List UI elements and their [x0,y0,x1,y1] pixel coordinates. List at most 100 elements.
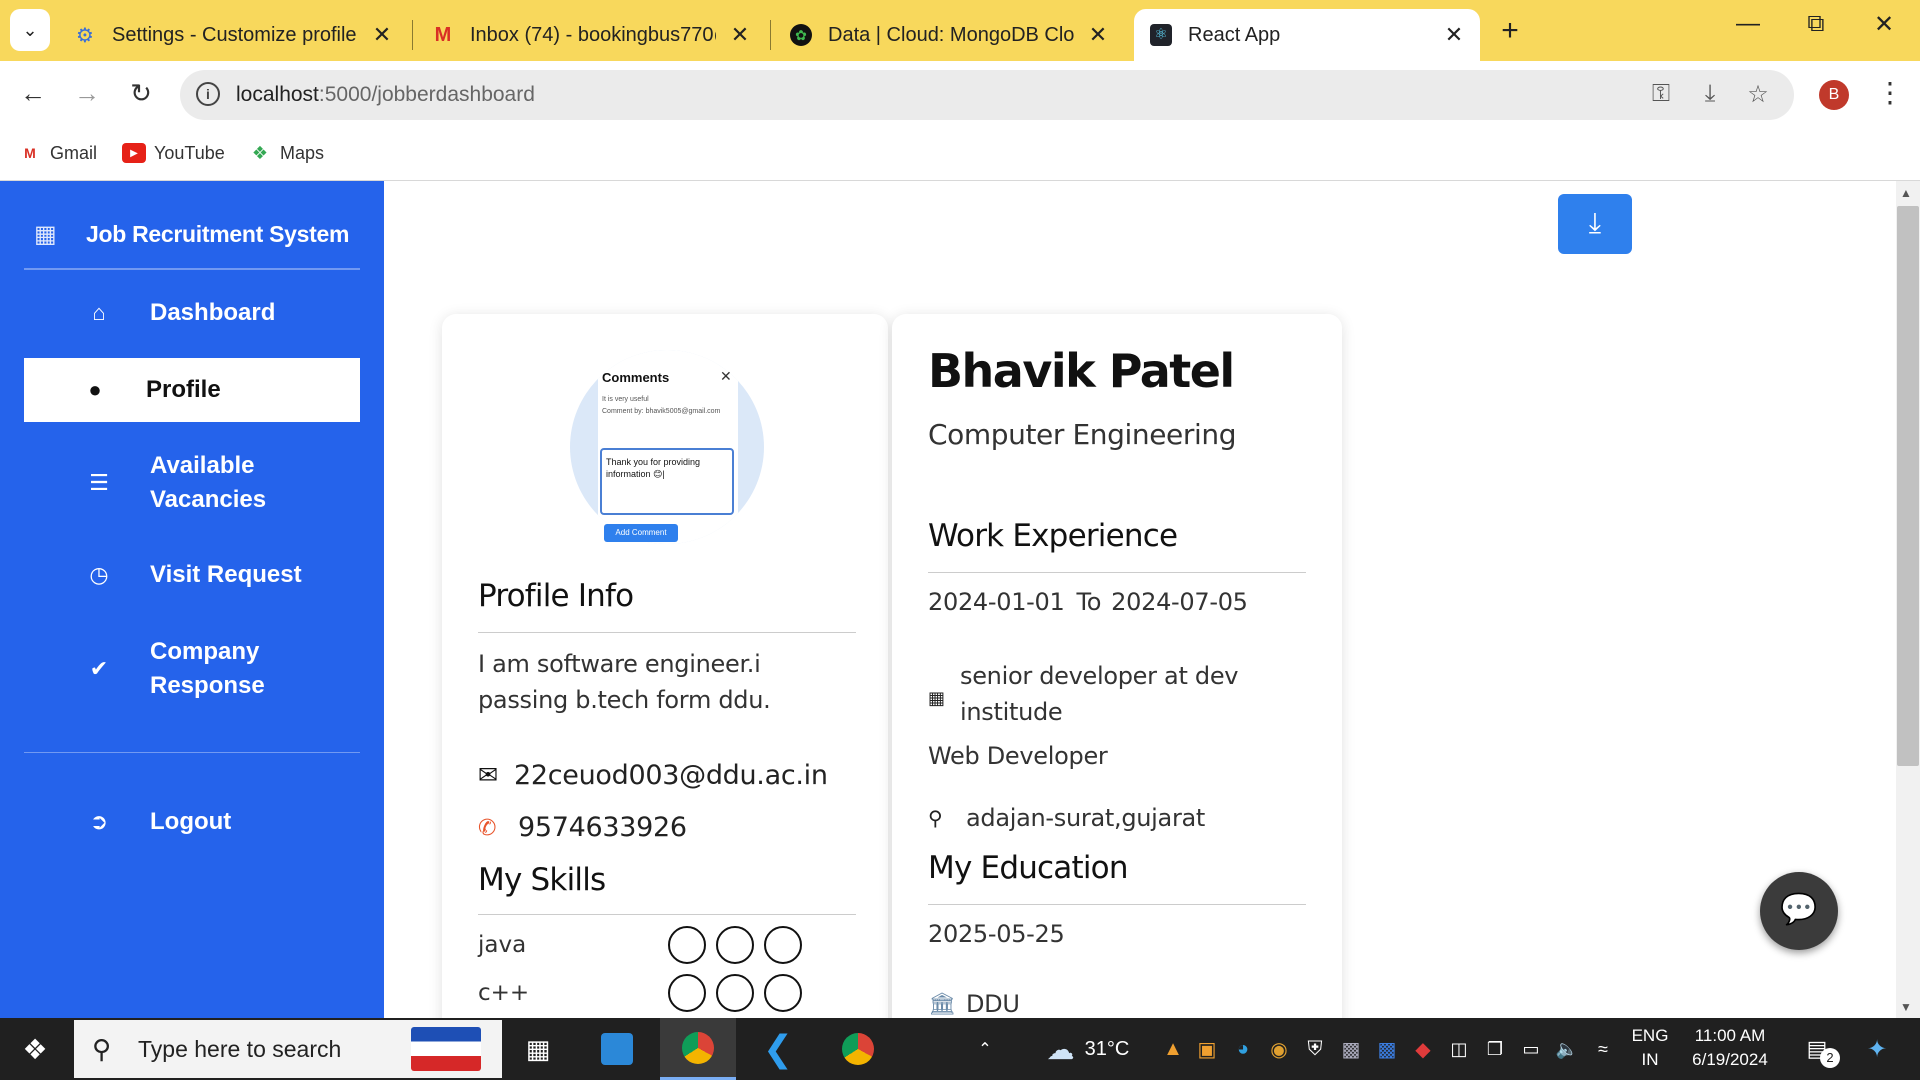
close-tab-icon[interactable]: ✕ [728,22,752,48]
skill-rating-circle [668,974,706,1012]
bookmark-maps[interactable]: ❖ Maps [248,138,324,168]
close-tab-icon[interactable]: ✕ [1086,22,1110,48]
gear-icon: ⚙ [76,24,94,47]
forward-button[interactable]: → [70,78,104,109]
browser-tab-inbox[interactable]: M Inbox (74) - bookingbus770@g ✕ [416,9,766,61]
start-button[interactable]: ❖ [0,1018,70,1080]
back-button[interactable]: ← [16,78,50,109]
react-icon: ⚛ [1148,22,1174,48]
tray-app-icon[interactable]: ▩ [1372,1018,1402,1080]
tray-app-icon[interactable]: ❐ [1480,1018,1510,1080]
task-view-icon[interactable]: ▦ [506,1018,570,1080]
photo-comment-author: Comment by: bhavik5005@gmail.com [602,408,721,415]
network-icon[interactable]: ≈ [1588,1018,1618,1080]
brand[interactable]: ▦ Job Recruitment System [34,220,349,249]
bookmark-star-icon[interactable]: ☆ [1742,80,1774,109]
tab-search-button[interactable]: ⌄ [10,9,50,51]
skill-rating-circle [764,974,802,1012]
candidate-name: Bhavik Patel [928,344,1235,398]
skills-heading: My Skills [478,862,606,898]
youtube-icon: ▶ [122,143,146,163]
download-resume-button[interactable]: ⤓ [1558,194,1632,254]
gmail-icon: M [434,23,452,46]
scroll-down-arrow[interactable]: ▼ [1900,1000,1912,1014]
copilot-icon[interactable]: ✦ [1852,1018,1902,1080]
photos-app-icon[interactable] [580,1018,654,1080]
new-tab-button[interactable]: + [1492,14,1528,48]
search-highlight-flag[interactable] [408,1018,484,1080]
restore-button[interactable]: ⧉ [1796,10,1836,38]
chrome-tray-icon[interactable]: ◉ [1264,1018,1294,1080]
search-icon: ⚲ [92,1033,112,1064]
volume-icon[interactable]: 🔈 [1552,1018,1582,1080]
clock-icon: ◷ [89,562,109,587]
photo-close-icon: ✕ [720,368,732,384]
envelope-icon: ✉ [478,762,499,789]
mongodb-leaf-icon: ✿ [788,22,814,48]
chrome-profile-icon[interactable] [820,1018,896,1080]
profile-about: I am software engineer.i passing b.tech … [478,650,771,714]
work-role: Web Developer [928,742,1108,770]
building-icon: ▦ [928,688,946,708]
download-icon: ⤓ [1588,207,1602,238]
profile-avatar[interactable]: B [1819,80,1849,110]
sidebar-item-profile[interactable]: ● Profile [24,358,360,422]
reload-button[interactable]: ↻ [124,78,158,109]
minimize-button[interactable]: — [1728,10,1768,38]
notifications-icon[interactable]: ▤ 2 [1792,1018,1842,1080]
tray-app-icon[interactable]: ▣ [1192,1018,1222,1080]
display-icon[interactable]: ▩ [1336,1018,1366,1080]
scroll-up-arrow[interactable]: ▲ [1900,186,1912,200]
skill-rating-circle [716,974,754,1012]
phone-icon: ✆ [478,814,497,840]
close-window-button[interactable]: ✕ [1864,10,1904,39]
browser-tab-settings[interactable]: ⚙ Settings - Customize profile ✕ [58,9,408,61]
cloud-icon: ☁ [1046,1033,1075,1065]
sidebar-item-available-vacancies[interactable]: ☰ Available Vacancies [24,448,360,518]
close-tab-icon[interactable]: ✕ [370,22,394,48]
candidate-department: Computer Engineering [928,418,1237,451]
section-divider [478,632,856,633]
bookmark-gmail[interactable]: M Gmail [18,138,97,168]
section-divider [928,904,1306,905]
vscode-icon[interactable]: ❮ [740,1018,816,1080]
photo-comments-title: Comments [602,370,670,385]
url-text[interactable]: localhost:5000/jobberdashboard [236,83,535,107]
sidebar-item-dashboard[interactable]: ⌂ Dashboard [24,296,360,330]
profile-email: ✉ 22ceuod003@ddu.ac.in [478,760,828,791]
security-shield-icon[interactable]: ⛨ [1300,1018,1330,1080]
sidebar-divider [24,268,360,270]
browser-menu-icon[interactable]: ⋮ [1876,76,1904,109]
location-pin-icon: ⚲ [928,807,943,830]
tray-app-icon[interactable]: ▲ [1158,1018,1188,1080]
tray-app-icon[interactable]: ◫ [1444,1018,1474,1080]
skill-row: c++ [478,974,858,1012]
bookmark-youtube[interactable]: ▶ YouTube [122,138,225,168]
clock[interactable]: 11:00 AM 6/19/2024 [1680,1024,1780,1072]
sidebar-item-company-response[interactable]: ✔ Company Response [24,634,360,704]
check-icon: ✔ [89,656,109,681]
battery-icon[interactable]: ▭ [1516,1018,1546,1080]
browser-tab-mongodb[interactable]: ✿ Data | Cloud: MongoDB Cloud ✕ [774,9,1124,61]
show-hidden-icons[interactable]: ⌃ [970,1018,1000,1080]
site-info-icon[interactable]: i [196,82,220,106]
chat-button[interactable]: 💬 [1760,872,1838,950]
windows-logo-icon: ❖ [22,1033,48,1065]
work-location: ⚲ adajan-surat,gujarat [928,804,1206,832]
edge-icon[interactable]: ◕ [1228,1018,1258,1080]
chrome-taskbar-icon[interactable] [660,1018,736,1080]
weather-widget[interactable]: ☁ 31°C [1028,1018,1148,1080]
language-indicator[interactable]: ENG IN [1624,1024,1676,1072]
photo-comment-textbox: Thank you for providing information 😊| [600,448,734,515]
close-tab-icon[interactable]: ✕ [1442,22,1466,48]
education-date: 2025-05-25 [928,920,1065,948]
install-app-icon[interactable]: ⤓ [1694,80,1726,108]
password-key-icon[interactable]: ⚿ [1645,80,1677,108]
tray-app-icon[interactable]: ◆ [1408,1018,1438,1080]
sidebar-divider [24,752,360,753]
sidebar-item-visit-request[interactable]: ◷ Visit Request [24,558,360,592]
skill-rating-circle [764,926,802,964]
browser-tab-react-app[interactable]: ⚛ React App ✕ [1134,9,1480,61]
scrollbar-thumb[interactable] [1897,206,1919,766]
sidebar-item-logout[interactable]: ➲ Logout [24,805,360,839]
